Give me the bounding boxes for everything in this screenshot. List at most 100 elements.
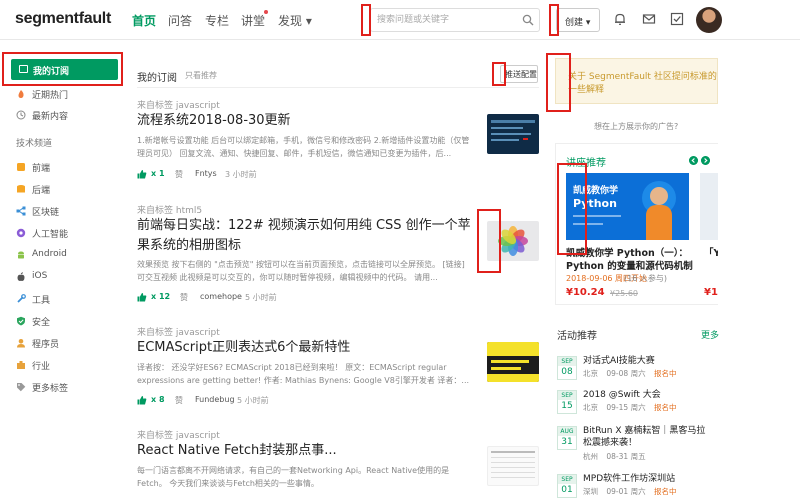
article-tag[interactable]: 来自标签 javascript — [137, 428, 220, 441]
activity-status: 报名中 — [653, 403, 677, 412]
next-arrow-icon[interactable] — [701, 156, 710, 165]
activity-date: 09-15 周六 — [606, 403, 646, 412]
calendar-month: SEP — [558, 391, 576, 400]
sidebar-item-label: 人工智能 — [32, 230, 69, 240]
create-button[interactable]: 创建 ▾ — [556, 8, 600, 32]
activity-item[interactable]: SEP 01 MPD软件工作坊深圳站 深圳 09-01 周六 报名中 — [557, 474, 720, 500]
ai-icon — [16, 228, 26, 238]
activity-item[interactable]: SEP 15 2018 @Swift 大会 北京 09-15 周六 报名中 — [557, 390, 720, 416]
calendar-month: SEP — [558, 357, 576, 366]
lecture-card-image[interactable] — [700, 173, 718, 240]
timestamp: 3 小时前 — [225, 170, 257, 179]
more-activities-link[interactable]: 更多 — [701, 328, 719, 341]
article-tag[interactable]: 来自标签 javascript — [137, 325, 220, 338]
push-settings-button[interactable]: 推送配置 — [500, 65, 538, 83]
article-thumbnail[interactable] — [487, 221, 539, 261]
article-excerpt: 译者按： 还没学好ES6? ECMAScript 2018已经到来啦！ 原文：E… — [137, 363, 470, 385]
author-name[interactable]: Fntys — [195, 169, 217, 178]
article-tag[interactable]: 来自标签 javascript — [137, 98, 220, 111]
recommended-only-filter[interactable]: 只看推荐 — [185, 70, 217, 81]
lecture-card-subject: Python — [573, 197, 617, 210]
sidebar-channel-ai[interactable]: 人工智能 — [16, 227, 68, 240]
sidebar-channel-frontend[interactable]: 前端 — [16, 161, 50, 174]
vote-count[interactable]: x 12 — [137, 292, 171, 302]
calendar-day: 08 — [561, 367, 573, 377]
search-input[interactable] — [377, 12, 517, 28]
calendar-day: 01 — [561, 485, 573, 495]
article-meta: x 8 赞 Fundebug 5 小时前 — [137, 395, 297, 407]
bell-icon[interactable] — [613, 12, 627, 26]
sidebar-channel-more-tags[interactable]: 更多标签 — [16, 381, 68, 394]
activity-item[interactable]: SEP 08 对话式AI技能大赛 北京 09-08 周六 报名中 — [557, 356, 720, 382]
activity-title[interactable]: BitRun X 嘉楠耘智｜黑客马拉松震撼来袭！ — [583, 425, 713, 449]
calendar-badge: SEP 08 — [557, 356, 577, 380]
sidebar-channel-ios[interactable]: iOS — [16, 271, 47, 281]
like-label: 赞 — [175, 170, 183, 179]
activity-meta: 深圳 09-01 周六 报名中 — [583, 486, 676, 497]
sidebar-heading: 技术频道 — [16, 139, 53, 149]
lecture-name[interactable]: 「Y」撑起 — [704, 247, 718, 260]
author-name[interactable]: comehope — [200, 292, 242, 301]
blockchain-icon — [16, 206, 26, 216]
activity-item[interactable]: AUG 31 BitRun X 嘉楠耘智｜黑客马拉松震撼来袭！ 杭州 08-31… — [557, 426, 720, 462]
search-icon[interactable] — [522, 14, 534, 26]
activity-title[interactable]: 对话式AI技能大赛 — [583, 355, 720, 367]
activities-section-title: 活动推荐 — [557, 331, 597, 342]
ad-banner[interactable]: 关于 SegmentFault 社区提问标准的一些解释 — [555, 58, 718, 104]
vote-count-label: x 12 — [151, 292, 171, 301]
sidebar-item-subscriptions[interactable]: 我的订阅 — [11, 59, 118, 80]
prev-arrow-icon[interactable] — [689, 156, 698, 165]
activity-meta: 杭州 08-31 周五 — [583, 451, 646, 462]
article-thumbnail[interactable] — [487, 446, 539, 486]
sidebar-channel-industry[interactable]: 行业 — [16, 359, 50, 372]
vote-count-label: x 8 — [151, 395, 165, 404]
calendar-day: 15 — [561, 401, 573, 411]
article-thumbnail[interactable] — [487, 114, 539, 154]
nav-questions[interactable]: 问答 — [168, 12, 192, 29]
notification-dot — [264, 10, 268, 14]
sidebar-item-latest[interactable]: 最新内容 — [16, 109, 68, 122]
article-excerpt: 效果预览 按下右侧的 "点击预览" 按钮可以在当前页面预览，点击链接可以全屏预览… — [137, 260, 465, 282]
article-tag[interactable]: 来自标签 html5 — [137, 203, 202, 216]
logo[interactable]: segmentfault — [15, 10, 111, 28]
advertise-link[interactable]: 想在上方展示你的广告? — [594, 121, 678, 132]
nav-discover[interactable]: 发现 ▾ — [278, 12, 312, 29]
nav-columns[interactable]: 专栏 — [205, 12, 229, 29]
article-meta: x 12 赞 comehope 5 小时前 — [137, 292, 297, 304]
checklist-icon[interactable] — [670, 12, 684, 26]
lecture-name[interactable]: 凯威教你学 Python（一）：Python 的变量和源代码机制 — [566, 247, 696, 273]
activity-title[interactable]: 2018 @Swift 大会 — [583, 389, 720, 401]
sidebar-item-label: 近期热门 — [32, 91, 69, 101]
article-title[interactable]: 流程系统2018-08-30更新 — [137, 111, 291, 131]
photos-icon — [498, 226, 528, 256]
sidebar-channel-android[interactable]: Android — [16, 249, 67, 259]
activity-title[interactable]: MPD软件工作坊深圳站 — [583, 473, 720, 485]
article-title[interactable]: 前端每日实战：122# 视频演示如何用纯 CSS 创作一个苹果系统的相册图标 — [137, 216, 477, 256]
activity-place: 北京 — [583, 369, 598, 378]
database-icon — [17, 185, 25, 193]
article-title[interactable]: React Native Fetch封装那点事... — [137, 441, 337, 461]
nav-lectures[interactable]: 讲堂 — [241, 12, 265, 29]
vote-count[interactable]: x 8 — [137, 395, 165, 405]
nav-home[interactable]: 首页 — [132, 12, 156, 29]
mail-icon[interactable] — [642, 12, 656, 26]
calendar-month: AUG — [558, 427, 576, 436]
vote-count[interactable]: x 1 — [137, 169, 165, 179]
sidebar-item-label: Android — [32, 249, 67, 259]
sidebar-channel-backend[interactable]: 后端 — [16, 183, 50, 196]
article-thumbnail[interactable] — [487, 342, 539, 382]
search-box[interactable] — [370, 8, 540, 32]
activity-place: 北京 — [583, 403, 598, 412]
sidebar-channel-tools[interactable]: 工具 — [16, 293, 50, 306]
sidebar-channel-blockchain[interactable]: 区块链 — [16, 205, 59, 218]
sidebar-channel-programmer[interactable]: 程序员 — [16, 337, 59, 350]
sidebar-item-label: 行业 — [32, 362, 51, 372]
sidebar-item-hot[interactable]: 近期热门 — [16, 88, 68, 101]
article-title[interactable]: ECMAScript正则表达式6个最新特性 — [137, 338, 350, 358]
avatar[interactable] — [696, 7, 722, 33]
lecture-card-image[interactable]: 凯威教你学 Python — [566, 173, 689, 240]
author-name[interactable]: Fundebug — [195, 395, 235, 404]
sidebar-item-label: 安全 — [32, 318, 51, 328]
article-excerpt: 每一门语言都离不开网络请求，有自己的一套Networking Api。React… — [137, 466, 450, 488]
sidebar-channel-security[interactable]: 安全 — [16, 315, 50, 328]
